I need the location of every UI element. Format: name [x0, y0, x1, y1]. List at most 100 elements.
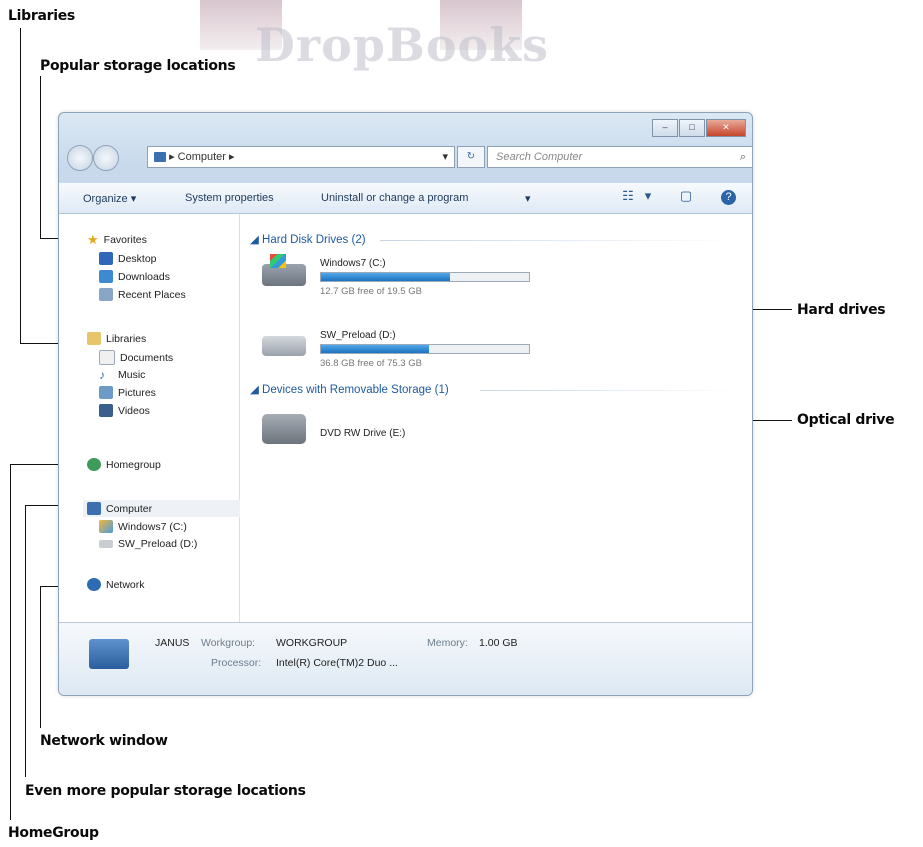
- refresh-button[interactable]: ↻: [457, 146, 485, 168]
- address-dropdown-icon[interactable]: ▾: [442, 147, 448, 167]
- callout-popular: Popular storage locations: [40, 58, 236, 74]
- nav-pictures[interactable]: Pictures: [99, 386, 156, 399]
- more-commands-button[interactable]: ▾: [525, 192, 531, 205]
- leader-even-more-v: [25, 505, 26, 777]
- back-button[interactable]: [67, 145, 93, 171]
- navigation-bar: ▸ Computer ▸ ▾ ↻ Search Computer ⌕: [65, 143, 752, 171]
- search-placeholder: Search Computer: [496, 151, 583, 163]
- homegroup-icon: [87, 458, 101, 471]
- view-dropdown-icon[interactable]: ▾: [639, 188, 657, 206]
- nav-drive-c[interactable]: Windows7 (C:): [99, 520, 187, 533]
- nav-network[interactable]: Network: [87, 578, 145, 591]
- uninstall-program-button[interactable]: Uninstall or change a program: [321, 192, 468, 204]
- help-icon[interactable]: ?: [721, 190, 736, 205]
- music-icon: ♪: [99, 368, 105, 382]
- drive-c-name[interactable]: Windows7 (C:): [320, 258, 386, 269]
- nav-music[interactable]: ♪ Music: [99, 368, 145, 382]
- caption-buttons: – □ ✕: [652, 119, 746, 137]
- recent-places-icon: [99, 288, 113, 301]
- star-icon: ★: [87, 232, 99, 247]
- watermark-text: DropBooks: [255, 18, 549, 72]
- downloads-icon: [99, 270, 113, 283]
- drive-c-usage-fill: [321, 273, 450, 281]
- workgroup-label: Workgroup:: [201, 637, 256, 649]
- nav-recent-label: Recent Places: [118, 288, 186, 301]
- nav-computer-label: Computer: [106, 502, 153, 515]
- nav-recent-places[interactable]: Recent Places: [99, 288, 186, 301]
- organize-button[interactable]: Organize ▾: [83, 192, 136, 205]
- nav-favorites[interactable]: ★ Favorites: [87, 232, 147, 248]
- view-options-icon[interactable]: ☷: [619, 188, 637, 206]
- dvd-drive-name[interactable]: DVD RW Drive (E:): [320, 428, 405, 439]
- pictures-icon: [99, 386, 113, 399]
- nav-downloads-label: Downloads: [118, 270, 170, 283]
- leader-network-v: [40, 586, 41, 728]
- nav-homegroup[interactable]: Homegroup: [87, 458, 161, 471]
- processor-label: Processor:: [211, 657, 262, 669]
- group-divider: [380, 240, 740, 241]
- minimize-button[interactable]: –: [652, 119, 678, 137]
- drive-c-windows-logo: [270, 254, 286, 268]
- details-pane: JANUS Workgroup: WORKGROUP Memory: 1.00 …: [59, 622, 752, 695]
- forward-button[interactable]: [93, 145, 119, 171]
- nav-network-label: Network: [106, 578, 145, 591]
- hard-drive-icon: [99, 540, 113, 548]
- drive-d-icon: [262, 336, 306, 356]
- nav-desktop[interactable]: Desktop: [99, 252, 157, 265]
- nav-desktop-label: Desktop: [118, 252, 157, 265]
- drive-d-free: 36.8 GB free of 75.3 GB: [320, 358, 422, 369]
- callout-optical-drive: Optical drive: [797, 412, 895, 428]
- libraries-icon: [87, 332, 101, 345]
- memory-label: Memory:: [427, 637, 468, 649]
- group-hard-disk-drives[interactable]: ◢ Hard Disk Drives (2): [250, 232, 366, 246]
- leader-homegroup-v: [10, 464, 11, 820]
- documents-icon: [99, 350, 115, 365]
- address-path[interactable]: Computer ▸: [178, 151, 235, 163]
- nav-drive-c-label: Windows7 (C:): [118, 520, 187, 533]
- nav-music-label: Music: [118, 369, 146, 381]
- nav-documents[interactable]: Documents: [99, 350, 173, 365]
- explorer-window: – □ ✕ ▸ Computer ▸ ▾ ↻ Search Computer ⌕…: [58, 112, 753, 696]
- callout-hard-drives: Hard drives: [797, 302, 886, 318]
- drive-c-usage-bar: [320, 272, 530, 282]
- search-icon[interactable]: ⌕: [740, 147, 746, 167]
- memory-value: 1.00 GB: [479, 637, 518, 649]
- close-button[interactable]: ✕: [706, 119, 746, 137]
- nav-libraries[interactable]: Libraries: [87, 332, 146, 345]
- group-divider: [480, 390, 740, 391]
- network-icon: [87, 578, 101, 591]
- computer-icon: [154, 152, 166, 163]
- nav-favorites-label: Favorites: [103, 234, 147, 246]
- group-removable-storage[interactable]: ◢ Devices with Removable Storage (1): [250, 382, 449, 396]
- nav-drive-d-label: SW_Preload (D:): [118, 538, 198, 550]
- computer-icon: [87, 502, 101, 515]
- drive-d-name[interactable]: SW_Preload (D:): [320, 330, 396, 341]
- processor-value: Intel(R) Core(TM)2 Duo ...: [276, 657, 398, 669]
- dvd-drive-icon: [262, 414, 306, 444]
- nav-downloads[interactable]: Downloads: [99, 270, 170, 283]
- preview-pane-icon[interactable]: ▢: [677, 188, 695, 206]
- nav-videos[interactable]: Videos: [99, 404, 150, 417]
- drive-c-free: 12.7 GB free of 19.5 GB: [320, 286, 422, 297]
- nav-libraries-label: Libraries: [106, 332, 147, 345]
- search-input[interactable]: Search Computer ⌕: [487, 146, 752, 168]
- address-bar[interactable]: ▸ Computer ▸ ▾: [147, 146, 455, 168]
- callout-network: Network window: [40, 733, 168, 749]
- nav-homegroup-label: Homegroup: [106, 458, 161, 471]
- drive-d-usage-bar: [320, 344, 530, 354]
- leader-libraries-v: [20, 28, 21, 344]
- nav-documents-label: Documents: [120, 351, 174, 364]
- computer-details-icon: [89, 639, 129, 669]
- leader-popular-v: [40, 76, 41, 239]
- callout-even-more: Even more popular storage locations: [25, 783, 306, 799]
- workgroup-value: WORKGROUP: [276, 637, 348, 649]
- maximize-button[interactable]: □: [679, 119, 705, 137]
- computer-name: JANUS: [155, 637, 190, 649]
- nav-drive-d[interactable]: SW_Preload (D:): [99, 538, 197, 550]
- system-properties-button[interactable]: System properties: [185, 192, 274, 204]
- nav-computer[interactable]: Computer: [83, 500, 241, 517]
- content-pane: ◢ Hard Disk Drives (2) Windows7 (C:) 12.…: [240, 214, 752, 622]
- windows-drive-icon: [99, 520, 113, 533]
- callout-libraries: Libraries: [8, 8, 75, 24]
- address-separator: ▸: [169, 151, 175, 163]
